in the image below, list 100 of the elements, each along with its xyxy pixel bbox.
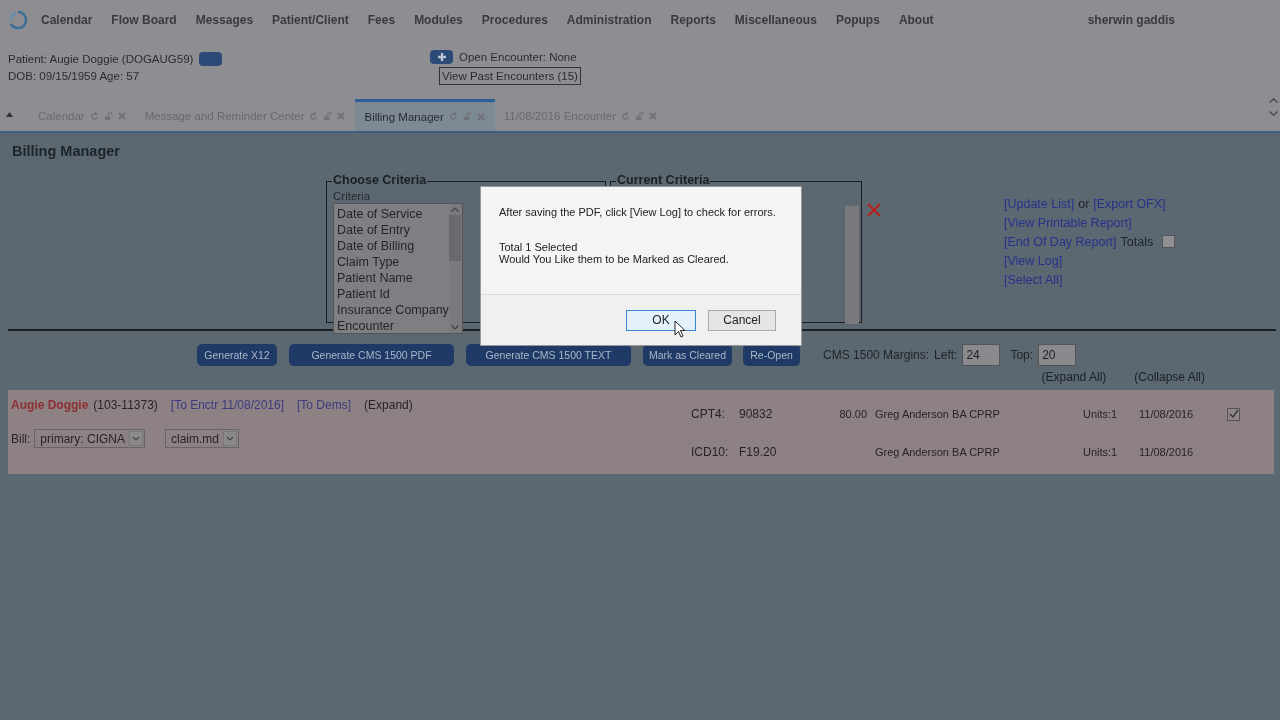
- menu-item[interactable]: Procedures: [481, 13, 548, 27]
- line-checkbox[interactable]: [1227, 407, 1240, 421]
- tab[interactable]: Billing Manager: [355, 99, 495, 131]
- lock-icon[interactable]: [635, 111, 645, 121]
- menu-item[interactable]: About: [898, 13, 934, 27]
- provider: Greg Anderson BA CPRP: [875, 446, 1001, 458]
- totals-label: Totals: [1120, 234, 1154, 249]
- code-type: CPT4:: [691, 407, 726, 421]
- criteria-label: Criteria: [333, 190, 372, 202]
- totals-checkbox[interactable]: [1162, 235, 1176, 248]
- page-title: Billing Manager: [11, 142, 121, 159]
- patient-link[interactable]: Augie Doggie: [11, 398, 89, 412]
- user-name[interactable]: sherwin gaddis: [1087, 13, 1175, 27]
- action-button[interactable]: Generate X12: [197, 344, 277, 366]
- plus-icon[interactable]: [436, 52, 447, 62]
- patient-dob: DOB: 09/15/1959 Age: 57: [8, 70, 141, 82]
- caret-icon[interactable]: [223, 431, 238, 446]
- fee: 80.00: [839, 408, 867, 420]
- criteria-option[interactable]: Insurance Company: [337, 302, 449, 318]
- lock-icon[interactable]: [103, 111, 113, 121]
- action-button[interactable]: Re-Open: [743, 344, 801, 366]
- refresh-icon[interactable]: [448, 112, 458, 121]
- code: F19.20: [739, 445, 778, 459]
- menu-item[interactable]: Calendar: [41, 13, 93, 27]
- scrollbar[interactable]: [448, 204, 462, 333]
- tab-label[interactable]: Billing Manager: [364, 110, 444, 123]
- menu-item[interactable]: Messages: [195, 13, 254, 27]
- left-margin-field[interactable]: 24: [962, 344, 1001, 366]
- criteria-list[interactable]: Date of Service Date of Entry Date of Billing Claim Type Patient Name Patient Id Insurance Company Encounter: [333, 203, 463, 334]
- top-margin-field[interactable]: 20: [1038, 344, 1077, 366]
- dialog-question: Would You Like them to be Marked as Cleared.: [499, 253, 730, 265]
- patient-id: (103-11373): [93, 398, 158, 412]
- units: Units:1: [1083, 446, 1119, 458]
- refresh-icon[interactable]: [621, 111, 631, 121]
- service-date: 11/08/2016: [1139, 446, 1195, 458]
- scroll-up-icon[interactable]: [451, 207, 460, 212]
- past-encounters-button[interactable]: View Past Encounters (15): [439, 67, 581, 85]
- cancel-button[interactable]: Cancel: [708, 309, 776, 331]
- refresh-icon[interactable]: [89, 111, 99, 121]
- menu-item[interactable]: Patient/Client: [272, 13, 349, 27]
- refresh-icon[interactable]: [309, 111, 319, 121]
- criteria-option[interactable]: Date of Billing: [337, 238, 449, 254]
- dialog-message: After saving the PDF, click [View Log] to check for errors.: [499, 206, 777, 218]
- left-label: Left:: [934, 348, 958, 362]
- criteria-option[interactable]: Claim Type: [337, 254, 449, 270]
- menu-item[interactable]: Reports: [670, 13, 716, 27]
- lock-icon[interactable]: [323, 111, 333, 121]
- menu-item[interactable]: Flow Board: [111, 13, 177, 27]
- or-text: or: [1078, 196, 1090, 211]
- criteria-option[interactable]: Patient Name: [337, 270, 449, 286]
- format-select[interactable]: claim.md: [165, 429, 240, 448]
- code-type: ICD10:: [691, 445, 730, 459]
- close-icon[interactable]: [117, 112, 126, 120]
- demographics-link[interactable]: [To Dems]: [297, 398, 352, 412]
- current-criteria-list[interactable]: [845, 206, 859, 324]
- scroll-down-icon[interactable]: [1269, 111, 1278, 116]
- menu-item[interactable]: Modules: [414, 13, 463, 27]
- expand-all-link[interactable]: (Expand All): [1041, 370, 1107, 388]
- action-button[interactable]: Mark as Cleared: [643, 344, 733, 366]
- panel-title: Choose Criteria: [332, 173, 428, 187]
- collapse-icon[interactable]: [6, 112, 13, 117]
- criteria-option[interactable]: Encounter: [337, 318, 449, 334]
- payer-select[interactable]: primary: CIGNA: [34, 429, 146, 448]
- provider: Greg Anderson BA CPRP: [875, 408, 1001, 420]
- ok-button[interactable]: OK: [626, 309, 696, 331]
- panel-title: Current Criteria: [616, 173, 711, 187]
- bill-label: Bill:: [11, 431, 31, 446]
- encounter-link[interactable]: [To Enctr 11/08/2016]: [170, 398, 285, 412]
- dialog-total: Total 1 Selected: [499, 241, 579, 253]
- menu-item[interactable]: Fees: [367, 13, 396, 27]
- caret-icon[interactable]: [129, 431, 144, 446]
- criteria-option[interactable]: Patient Id: [337, 286, 449, 302]
- patient-button[interactable]: [199, 52, 223, 66]
- menu-item[interactable]: Popups: [835, 13, 880, 27]
- margins-label: CMS 1500 Margins:: [823, 348, 930, 362]
- logo-icon[interactable]: [8, 10, 28, 30]
- criteria-option[interactable]: Date of Entry: [337, 222, 449, 238]
- lock-icon[interactable]: [462, 112, 472, 121]
- menu-item[interactable]: Administration: [566, 13, 652, 27]
- delete-icon[interactable]: [867, 203, 881, 217]
- add-encounter-button[interactable]: [430, 50, 453, 64]
- scrollbar-thumb[interactable]: [449, 215, 462, 261]
- close-icon[interactable]: [476, 112, 485, 121]
- mouse-pointer-icon: [674, 320, 686, 338]
- expand-link[interactable]: (Expand): [364, 398, 413, 412]
- action-button[interactable]: Generate CMS 1500 PDF: [289, 344, 454, 366]
- units: Units:1: [1083, 408, 1119, 420]
- collapse-all-link[interactable]: (Collapse All): [1134, 370, 1205, 388]
- close-icon[interactable]: [649, 112, 658, 120]
- close-icon[interactable]: [337, 112, 346, 120]
- scroll-down-icon[interactable]: [451, 325, 460, 330]
- top-label: Top:: [1010, 348, 1034, 362]
- menu-item[interactable]: Miscellaneous: [734, 13, 817, 27]
- code: 90832: [739, 407, 774, 421]
- service-date: 11/08/2016: [1139, 408, 1195, 420]
- action-button[interactable]: Generate CMS 1500 TEXT: [466, 344, 631, 366]
- open-encounter: Open Encounter: None: [459, 51, 577, 63]
- patient-name: Patient: Augie Doggie (DOGAUG59): [8, 53, 194, 65]
- criteria-option[interactable]: Date of Service: [337, 206, 449, 222]
- scroll-up-icon[interactable]: [1269, 98, 1278, 103]
